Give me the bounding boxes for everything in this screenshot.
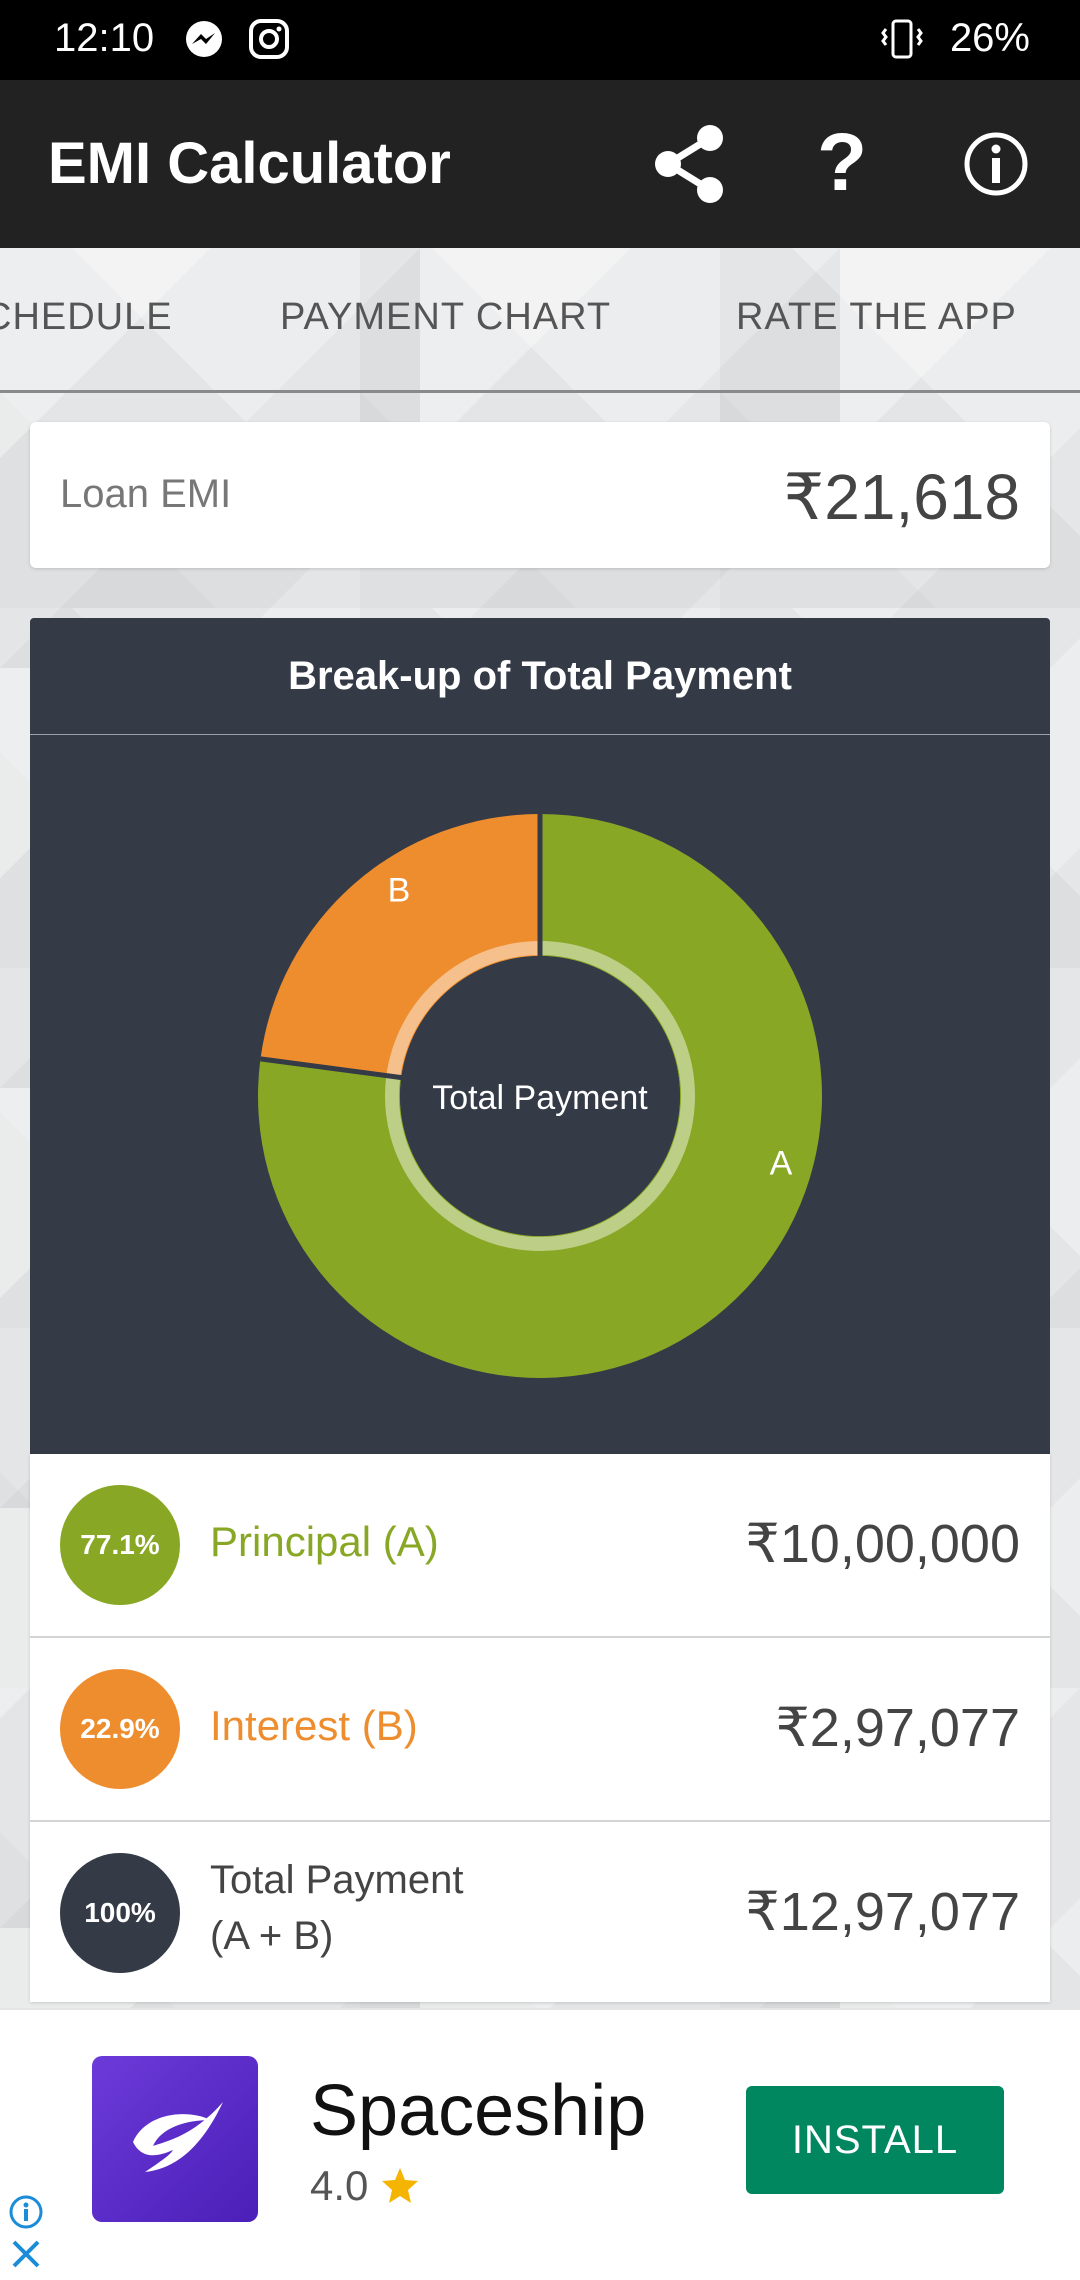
interest-row: 22.9% Interest (B) ₹2,97,077 [30,1638,1050,1822]
svg-text:?: ? [817,124,867,204]
instagram-icon [249,19,289,59]
slice-label-A: A [770,1145,793,1183]
payment-chart-card: Break-up of Total Payment A B Total Paymen… [30,618,1050,1454]
status-right: 26% [880,16,1030,61]
messenger-icon [186,21,222,57]
spaceship-logo-icon [133,2102,223,2172]
loan-emi-label: Loan EMI [60,472,232,516]
status-notification-icons [182,18,290,62]
info-button[interactable] [948,116,1044,212]
ad-close-icon[interactable] [8,2236,44,2272]
total-percent-badge: 100% [60,1853,180,1973]
status-time: 12:10 [54,16,155,60]
info-icon [964,132,1028,196]
breakdown-list: 77.1% Principal (A) ₹10,00,000 22.9% Int… [30,1454,1050,2002]
share-button[interactable] [640,116,736,212]
battery-percent: 26% [949,16,1030,60]
total-label-line2: (A + B) [210,1914,334,1958]
ad-app-logo[interactable] [92,2056,258,2222]
install-button[interactable]: INSTALL [746,2086,1004,2194]
ad-info-icon[interactable] [8,2194,44,2230]
total-label: Total Payment (A + B) [210,1852,463,1964]
total-label-line1: Total Payment [210,1858,464,1902]
donut-chart: A B Total Payment [257,814,822,1378]
loan-emi-card: Loan EMI ₹21,618 [30,422,1050,568]
status-bar: 12:10 26% [0,0,1080,80]
donut-center-label: Total Payment [432,1079,648,1117]
share-icon [655,125,723,203]
interest-label: Interest (B) [210,1702,418,1749]
loan-emi-value: ₹21,618 [783,461,1020,533]
interest-value: ₹2,97,077 [775,1698,1020,1758]
tab-rate-the-app[interactable]: RATE THE APP [736,296,1017,339]
total-row: 100% Total Payment (A + B) ₹12,97,077 [30,1822,1050,2002]
total-value: ₹12,97,077 [745,1882,1020,1942]
ad-rating-value: 4.0 [310,2162,369,2209]
help-button[interactable]: ? [794,116,890,212]
app-title: EMI Calculator [48,131,451,196]
tab-schedule[interactable]: CHEDULE [0,296,173,339]
interest-percent-badge: 22.9% [60,1669,180,1789]
app-actions: ? [640,116,1044,212]
help-icon: ? [817,124,867,204]
tab-bar: CHEDULE PAYMENT CHART RATE THE APP [0,248,1080,393]
principal-row: 77.1% Principal (A) ₹10,00,000 [30,1454,1050,1638]
tab-payment-chart[interactable]: PAYMENT CHART [280,296,611,339]
ad-banner[interactable]: Spaceship 4.0 INSTALL [0,2010,1080,2280]
vibrate-icon [881,19,923,58]
principal-label: Principal (A) [210,1518,439,1565]
ad-app-name[interactable]: Spaceship [310,2070,646,2152]
principal-percent-badge: 77.1% [60,1485,180,1605]
ad-rating: 4.0 [310,2162,420,2210]
slice-label-B: B [388,872,411,910]
principal-value: ₹10,00,000 [745,1514,1020,1574]
star-icon [382,2168,419,2203]
app-bar: EMI Calculator ? [0,80,1080,248]
